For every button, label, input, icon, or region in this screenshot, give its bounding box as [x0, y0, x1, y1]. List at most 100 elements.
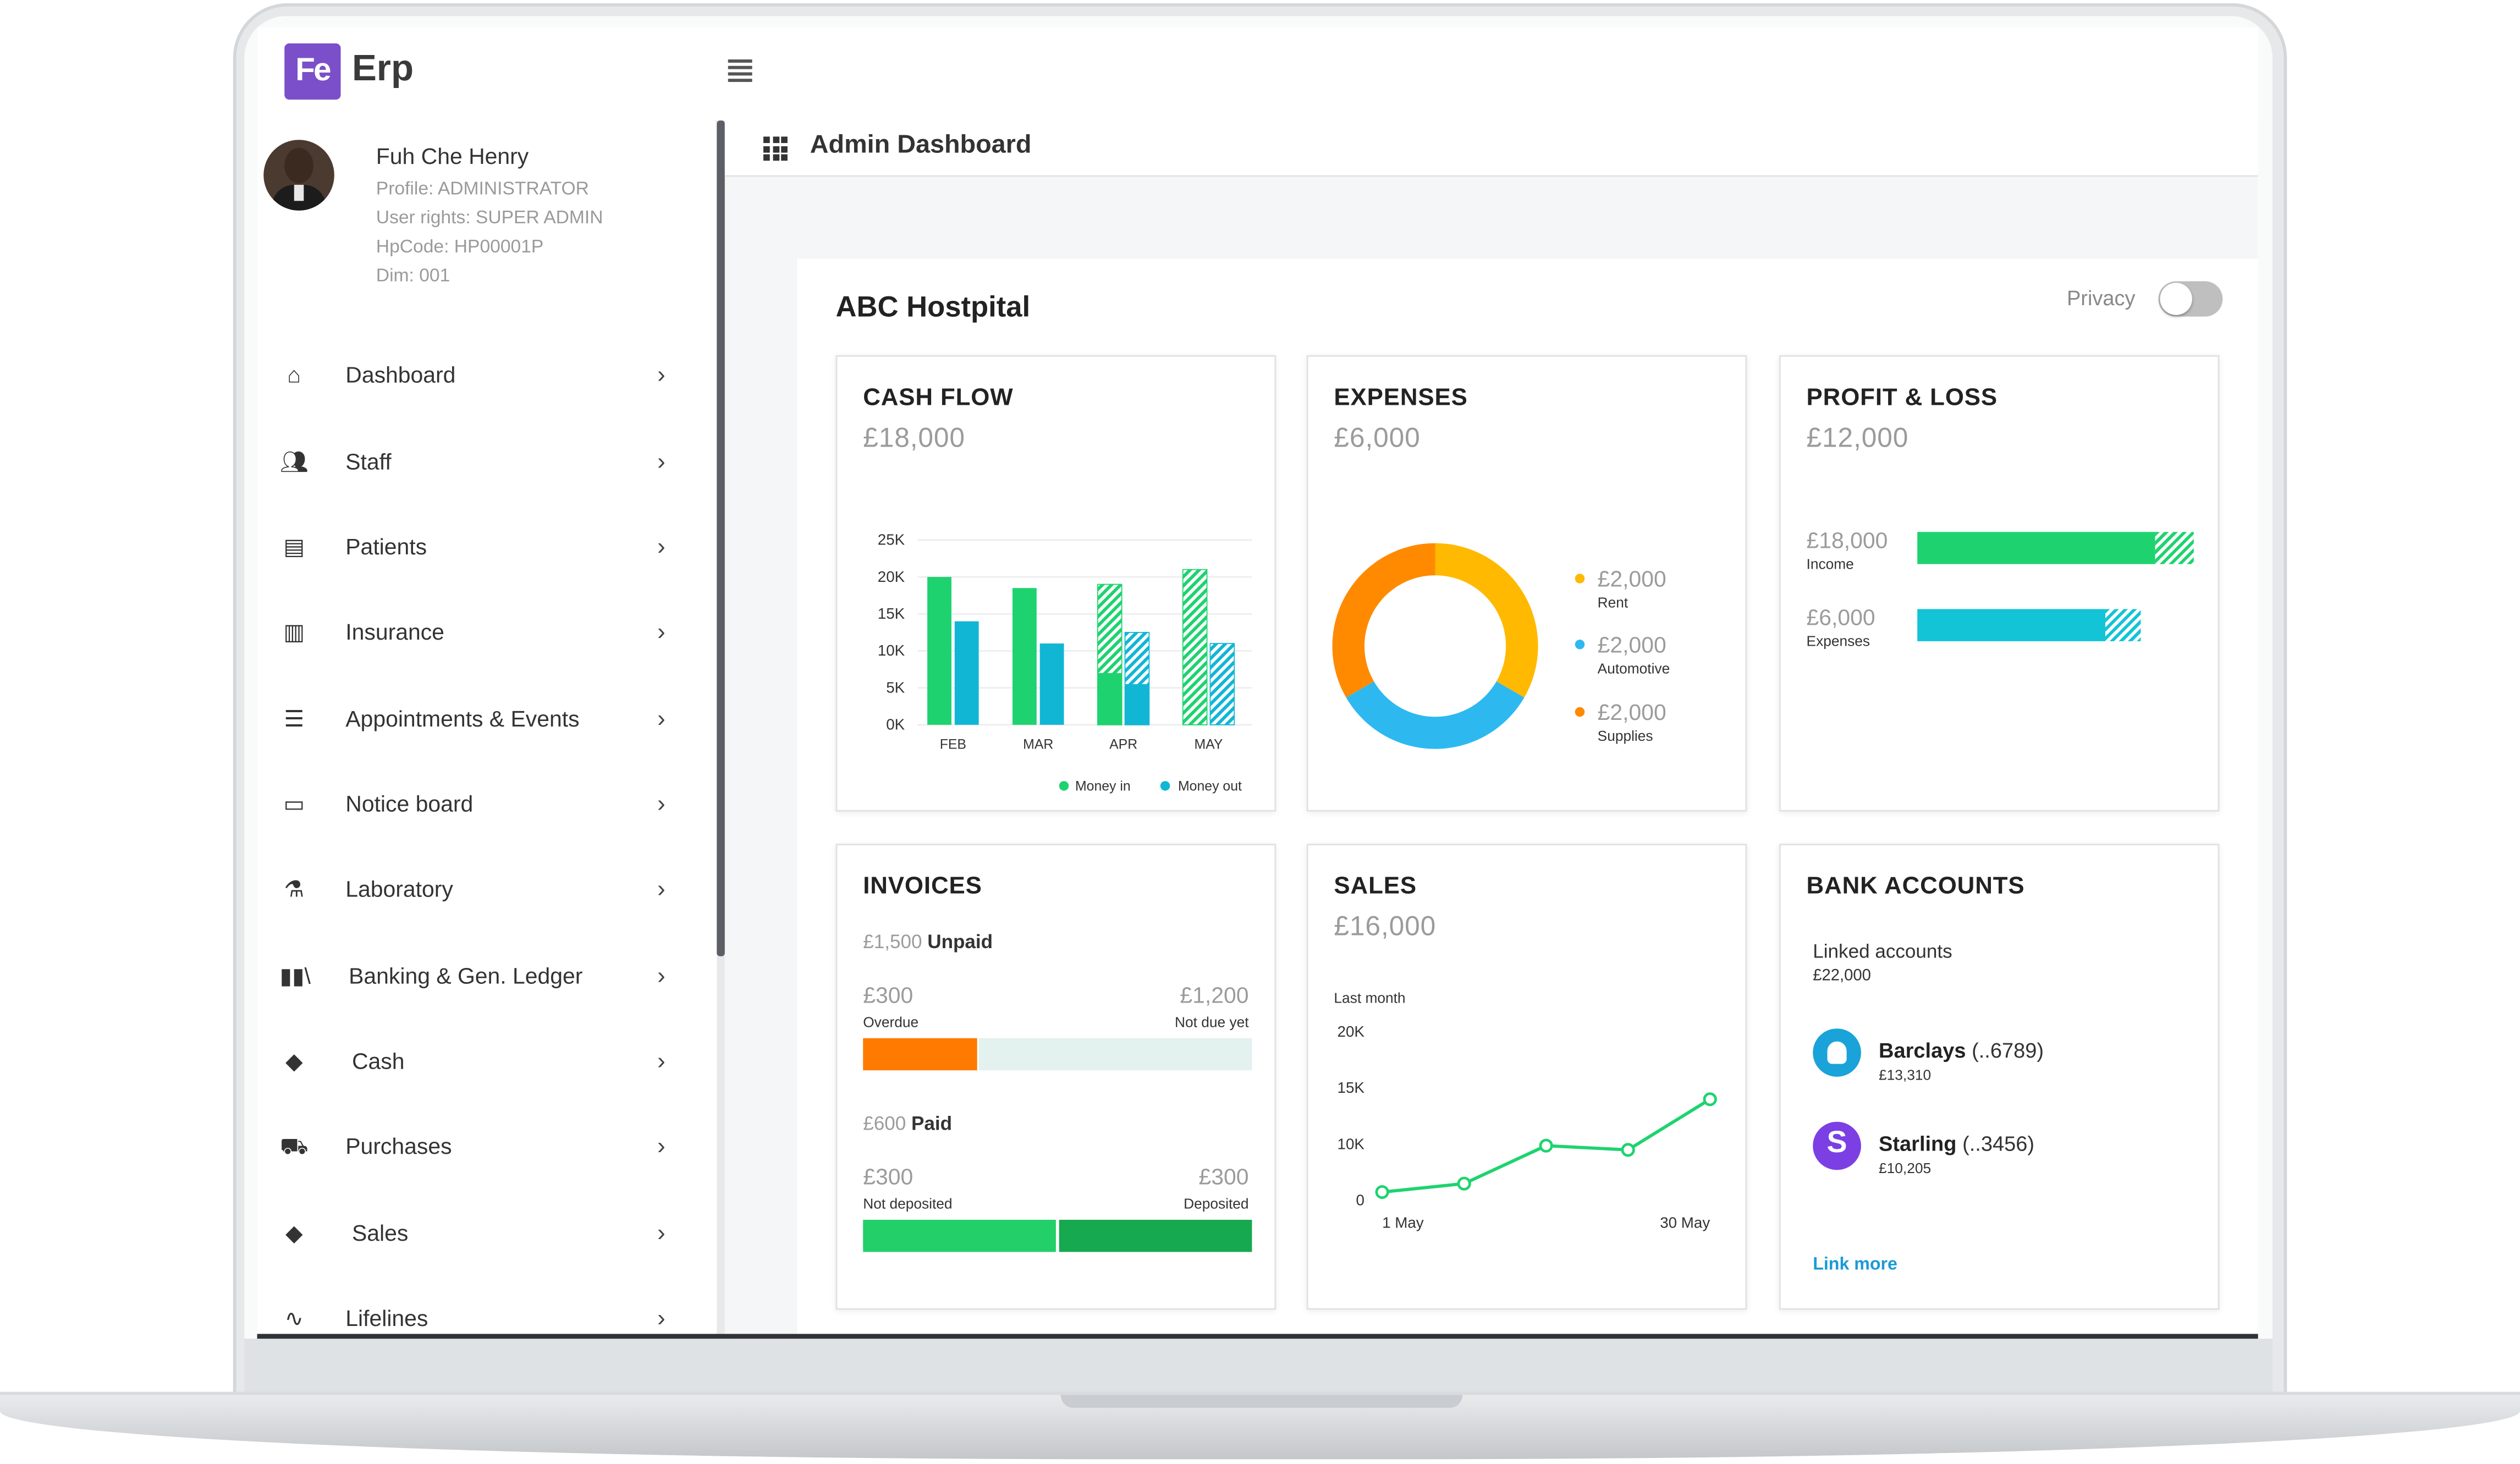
- expense-value: £2,000: [1597, 631, 1666, 658]
- app-logo[interactable]: Fe: [284, 43, 341, 100]
- legend-dot: [1575, 574, 1585, 584]
- donut-slice-supplies: [1332, 543, 1435, 698]
- user-profile: Profile: ADMINISTRATOR: [376, 180, 589, 200]
- income-bar: [1917, 532, 2155, 564]
- sidebar-item-patients[interactable]: ▤ Patients ›: [257, 532, 716, 596]
- sidebar-item-banking[interactable]: ▮▮\ Banking & Gen. Ledger ›: [257, 961, 716, 1025]
- bank-account-barclays[interactable]: Barclays (..6789): [1879, 1038, 2044, 1063]
- legend-money-in-dot: [1059, 781, 1069, 791]
- sales-data-point: [1621, 1143, 1635, 1157]
- sidebar-item-notice-board[interactable]: ▭ Notice board ›: [257, 789, 716, 854]
- card-title: PROFIT & LOSS: [1806, 384, 1998, 412]
- sidebar-item-label: Insurance: [345, 619, 444, 645]
- flask-icon: ⚗: [284, 876, 305, 902]
- chevron-right-icon: ›: [657, 1048, 665, 1075]
- sidebar-item-insurance[interactable]: ▥ Insurance ›: [257, 617, 716, 681]
- bank-account-suffix: (..6789): [1972, 1038, 2044, 1063]
- legend-money-out: Money out: [1178, 779, 1242, 794]
- sidebar-item-laboratory[interactable]: ⚗ Laboratory ›: [257, 874, 716, 939]
- x-tick-label: MAR: [1023, 737, 1053, 752]
- y-tick-label: 0: [1356, 1192, 1364, 1209]
- overdue-value: £300: [863, 982, 914, 1008]
- profit-loss-card[interactable]: PROFIT & LOSS £12,000 £18,000 Income £6,…: [1779, 355, 2220, 812]
- money-out-bar: [1039, 643, 1064, 725]
- sidebar-item-label: Cash: [351, 1048, 405, 1074]
- barclays-logo-icon: [1813, 1028, 1861, 1077]
- expenses-label: Expenses: [1806, 633, 1870, 650]
- list-icon: ☰: [284, 705, 305, 731]
- sidebar-item-cash[interactable]: ◆ Cash ›: [257, 1046, 716, 1110]
- link-more-link[interactable]: Link more: [1813, 1255, 1897, 1274]
- cash-flow-card[interactable]: CASH FLOW £18,000 25K20K15K10K5K0K: [835, 355, 1276, 812]
- not-deposited-bar: [863, 1219, 1056, 1252]
- sidebar-item-staff[interactable]: 👥︎ Staff ›: [257, 447, 716, 511]
- sidebar-item-label: Laboratory: [345, 876, 453, 902]
- privacy-toggle[interactable]: [2158, 281, 2223, 317]
- legend-money-out-dot: [1160, 781, 1170, 791]
- user-dim: Dim: 001: [376, 267, 450, 287]
- paid-summary: £600 Paid: [863, 1112, 952, 1135]
- x-tick-label: 30 May: [1660, 1214, 1710, 1231]
- sidebar-item-appointments[interactable]: ☰ Appointments & Events ›: [257, 704, 716, 768]
- sales-card[interactable]: SALES £16,000 Last month 20K 15K 10K 0 1 May…: [1306, 844, 1747, 1310]
- sidebar-item-purchases[interactable]: ⛟ Purchases ›: [257, 1131, 716, 1196]
- money-in-bar: [1012, 588, 1037, 725]
- x-tick-label: APR: [1109, 737, 1137, 752]
- paid-amount: £600: [863, 1112, 906, 1135]
- dashboard-panel: ABC Hostpital Privacy CASH FLOW £18,000: [797, 258, 2258, 1334]
- chevron-right-icon: ›: [657, 790, 665, 818]
- sales-data-point: [1703, 1092, 1717, 1107]
- top-bar: Fe Erp: [257, 27, 2258, 123]
- expenses-card[interactable]: EXPENSES £6,000 £2,000 Rent £2,000 Autom…: [1306, 355, 1747, 812]
- sales-line-chart: 20K 15K 10K 0 1 May 30 May: [1338, 1023, 1717, 1231]
- chevron-right-icon: ›: [657, 448, 665, 476]
- sales-data-point: [1539, 1138, 1553, 1153]
- sidebar-item-label: Notice board: [345, 790, 474, 817]
- sidebar-item-lifelines[interactable]: ∿ Lifelines ›: [257, 1303, 716, 1334]
- bank-accounts-card[interactable]: BANK ACCOUNTS Linked accounts £22,000 Ba…: [1779, 844, 2220, 1310]
- sidebar-item-label: Sales: [351, 1219, 409, 1246]
- starling-logo-icon: S: [1813, 1121, 1861, 1170]
- chevron-right-icon: ›: [657, 1219, 665, 1247]
- sidebar-scrollbar-thumb[interactable]: [717, 120, 725, 956]
- invoices-card[interactable]: INVOICES £1,500 Unpaid £300 Overdue £1,2…: [835, 844, 1276, 1310]
- chevron-right-icon: ›: [657, 619, 665, 646]
- x-tick-label: MAY: [1195, 737, 1223, 752]
- avatar[interactable]: [263, 140, 334, 211]
- legend-dot: [1575, 707, 1585, 717]
- apps-grid-icon[interactable]: [763, 136, 788, 161]
- money-in-bar-actual: [1097, 673, 1122, 725]
- message-icon: ▭: [283, 790, 305, 817]
- income-value: £18,000: [1806, 527, 1888, 553]
- expenses-bar-hatch: [2105, 609, 2141, 641]
- y-tick-label: 20K: [1338, 1023, 1365, 1040]
- paid-label: Paid: [911, 1112, 953, 1135]
- expense-label: Automotive: [1597, 661, 1670, 677]
- expense-label: Rent: [1597, 595, 1628, 611]
- chevron-right-icon: ›: [657, 876, 665, 904]
- sidebar-item-dashboard[interactable]: ⌂ Dashboard ›: [257, 360, 716, 425]
- id-card-icon: ▤: [283, 533, 305, 559]
- y-tick-label: 25K: [878, 531, 905, 548]
- scene: Fe Erp Fuh Che Henry Profile: ADMINISTRA…: [0, 0, 2520, 1464]
- sidebar: Fuh Che Henry Profile: ADMINISTRATOR Use…: [257, 120, 716, 1334]
- y-tick-label: 20K: [878, 568, 905, 585]
- x-tick-label: 1 May: [1382, 1214, 1424, 1231]
- tag-icon: ◆: [285, 1048, 303, 1074]
- unpaid-label: Unpaid: [927, 930, 993, 953]
- card-title: BANK ACCOUNTS: [1806, 872, 2025, 900]
- x-tick-label: FEB: [940, 737, 966, 752]
- bank-account-starling[interactable]: Starling (..3456): [1879, 1131, 2034, 1155]
- legend-dot: [1575, 640, 1585, 650]
- chevron-right-icon: ›: [657, 361, 665, 389]
- hamburger-menu-icon[interactable]: [728, 59, 752, 82]
- unpaid-summary: £1,500 Unpaid: [863, 931, 993, 953]
- pulse-icon: ∿: [284, 1305, 304, 1331]
- building-icon: ▥: [283, 619, 305, 645]
- chevron-right-icon: ›: [657, 1305, 665, 1333]
- linked-accounts-total: £22,000: [1813, 967, 1871, 986]
- sidebar-item-sales[interactable]: ◆ Sales ›: [257, 1218, 716, 1283]
- not-deposited-label: Not deposited: [863, 1196, 953, 1212]
- money-out-bar: [954, 621, 979, 725]
- legend-money-in: Money in: [1075, 779, 1131, 794]
